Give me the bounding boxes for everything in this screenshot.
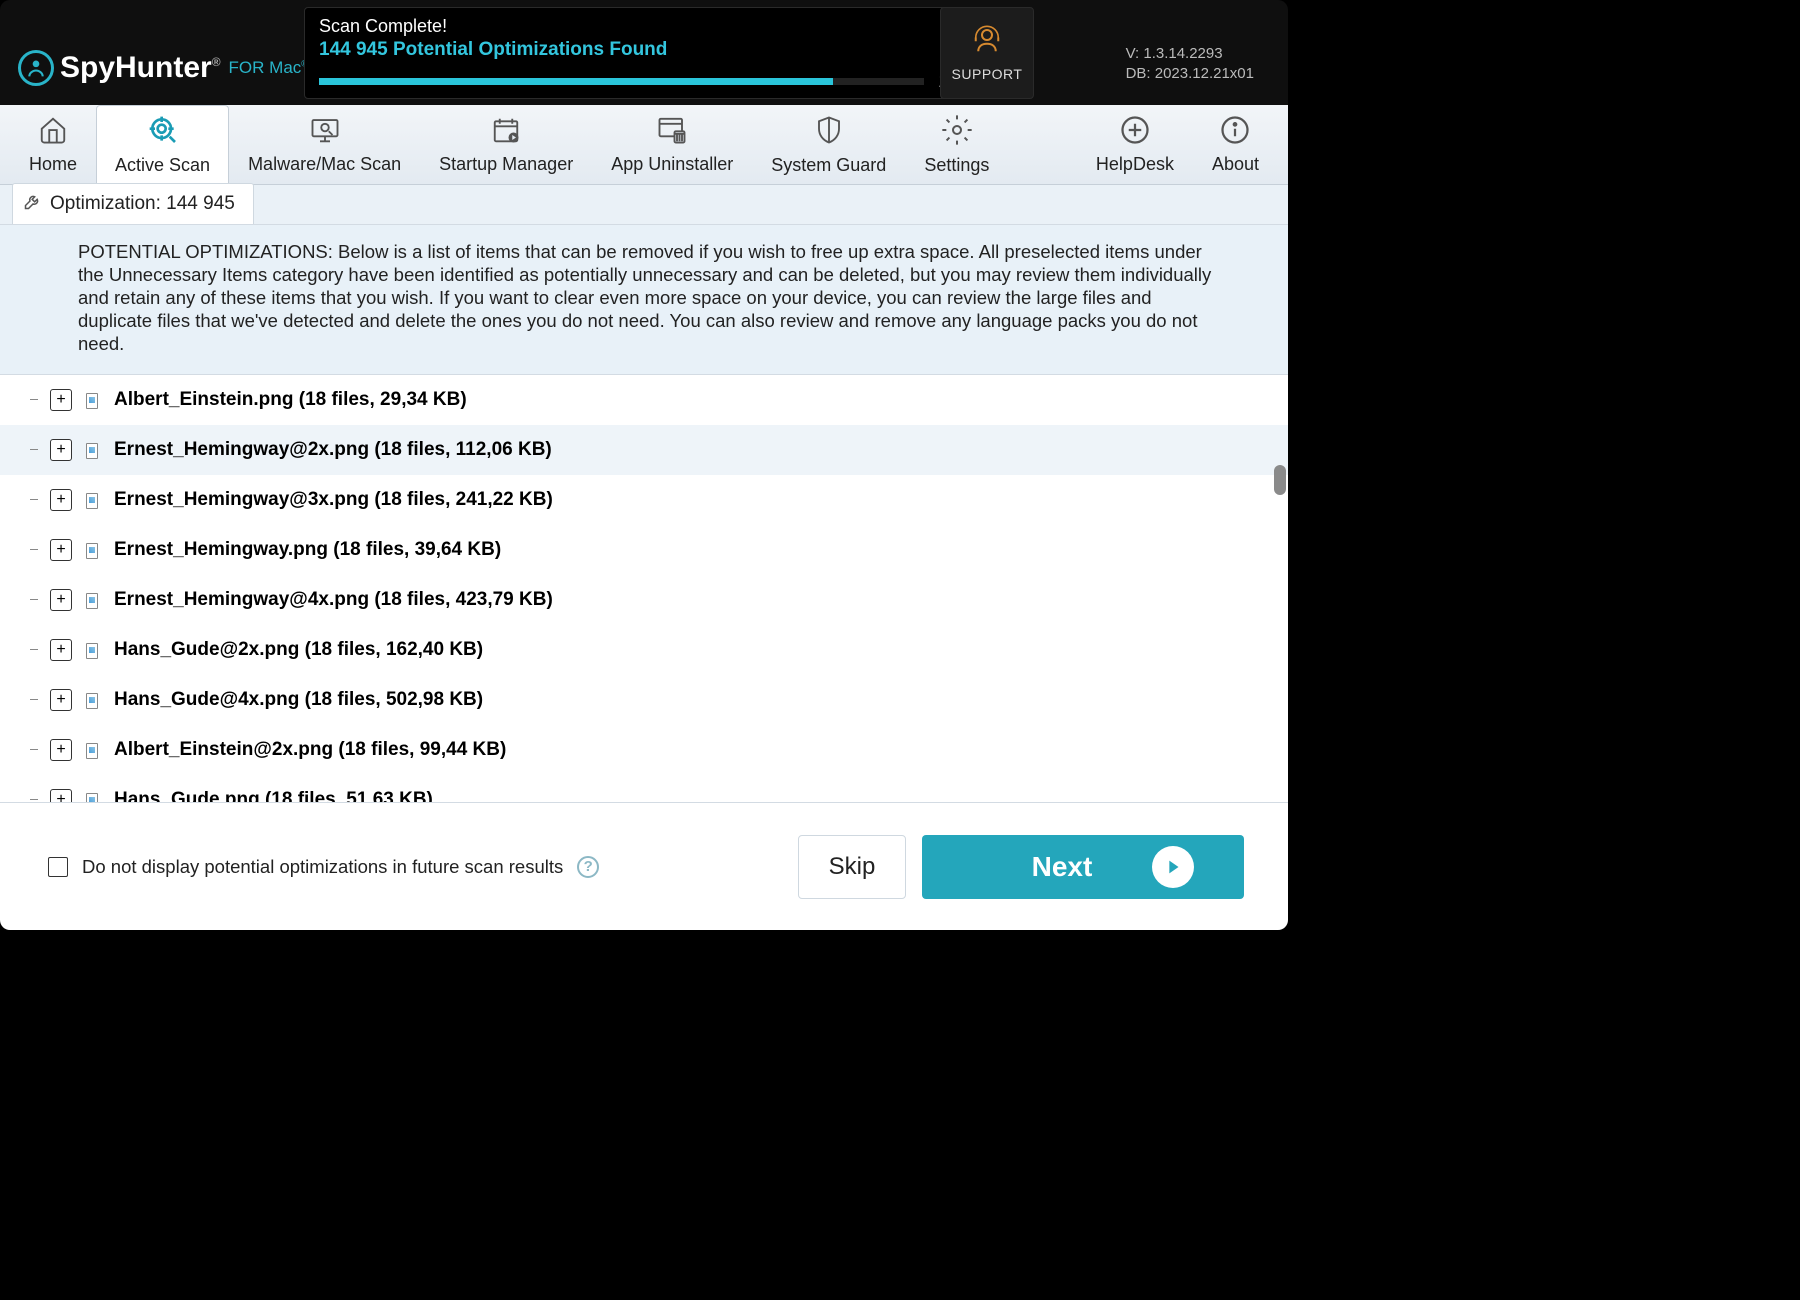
- image-file-icon: [82, 591, 100, 609]
- scan-status-subtitle: 144 945 Potential Optimizations Found: [319, 39, 1017, 61]
- info-banner: POTENTIAL OPTIMIZATIONS: Below is a list…: [0, 225, 1288, 375]
- arrow-right-icon: [1152, 846, 1194, 888]
- expand-button[interactable]: +: [50, 789, 72, 802]
- tree-connector: [30, 699, 38, 700]
- file-row[interactable]: + Ernest_Hemingway@3x.png (18 files, 241,…: [0, 475, 1288, 525]
- tab-app-uninstaller[interactable]: App Uninstaller: [592, 105, 752, 184]
- hide-optimizations-checkbox[interactable]: [48, 857, 68, 877]
- tab-active-scan[interactable]: Active Scan: [96, 105, 229, 184]
- image-file-icon: [82, 791, 100, 802]
- image-file-icon: [82, 491, 100, 509]
- tab-helpdesk[interactable]: HelpDesk: [1077, 105, 1193, 184]
- file-name-label: Hans_Gude@2x.png (18 files, 162,40 KB): [114, 639, 483, 661]
- version-info: V: 1.3.14.2293 DB: 2023.12.21x01: [1126, 44, 1254, 83]
- file-name-label: Ernest_Hemingway@2x.png (18 files, 112,0…: [114, 439, 552, 461]
- subtab-optimization[interactable]: Optimization: 144 945: [12, 183, 254, 224]
- file-row[interactable]: + Hans_Gude@2x.png (18 files, 162,40 KB): [0, 625, 1288, 675]
- hide-optimizations-label: Do not display potential optimizations i…: [82, 856, 563, 878]
- image-file-icon: [82, 441, 100, 459]
- app-version: V: 1.3.14.2293: [1126, 44, 1254, 64]
- file-name-label: Hans_Gude.png (18 files, 51,63 KB): [114, 789, 433, 802]
- tab-home[interactable]: Home: [10, 105, 96, 184]
- expand-button[interactable]: +: [50, 739, 72, 761]
- shield-icon: [814, 114, 844, 151]
- tab-about[interactable]: About: [1193, 105, 1278, 184]
- home-icon: [37, 115, 69, 150]
- file-name-label: Albert_Einstein@2x.png (18 files, 99,44 …: [114, 739, 506, 761]
- helpdesk-icon: [1120, 115, 1150, 150]
- window-trash-icon: [655, 115, 689, 150]
- expand-button[interactable]: +: [50, 589, 72, 611]
- file-name-label: Albert_Einstein.png (18 files, 29,34 KB): [114, 389, 467, 411]
- tree-connector: [30, 599, 38, 600]
- wrench-icon: [23, 191, 43, 217]
- footer-bar: Do not display potential optimizations i…: [0, 802, 1288, 930]
- expand-button[interactable]: +: [50, 639, 72, 661]
- tab-settings[interactable]: Settings: [905, 105, 1008, 184]
- file-name-label: Ernest_Hemingway@4x.png (18 files, 423,7…: [114, 589, 553, 611]
- file-list[interactable]: + Albert_Einstein.png (18 files, 29,34 KB…: [0, 375, 1288, 802]
- app-logo: SpyHunter® FOR Mac®: [18, 50, 308, 86]
- scan-status-panel: Scan Complete! 144 945 Potential Optimiz…: [304, 7, 1032, 99]
- support-button[interactable]: SUPPORT: [940, 7, 1034, 99]
- app-header: SpyHunter® FOR Mac® Scan Complete! 144 9…: [0, 0, 1288, 105]
- db-version: DB: 2023.12.21x01: [1126, 64, 1254, 84]
- main-toolbar: Home Active Scan Malware/Mac Scan Startu…: [0, 105, 1288, 185]
- tab-startup-manager[interactable]: Startup Manager: [420, 105, 592, 184]
- monitor-search-icon: [308, 115, 342, 150]
- calendar-play-icon: [489, 115, 523, 150]
- image-file-icon: [82, 641, 100, 659]
- file-row[interactable]: + Hans_Gude.png (18 files, 51,63 KB): [0, 775, 1288, 802]
- scan-status-title: Scan Complete!: [319, 16, 1017, 37]
- file-name-label: Hans_Gude@4x.png (18 files, 502,98 KB): [114, 689, 483, 711]
- subtab-bar: Optimization: 144 945: [0, 185, 1288, 225]
- file-name-label: Ernest_Hemingway@3x.png (18 files, 241,2…: [114, 489, 553, 511]
- tree-connector: [30, 549, 38, 550]
- image-file-icon: [82, 741, 100, 759]
- expand-button[interactable]: +: [50, 389, 72, 411]
- image-file-icon: [82, 691, 100, 709]
- file-row[interactable]: + Hans_Gude@4x.png (18 files, 502,98 KB): [0, 675, 1288, 725]
- app-name: SpyHunter®: [60, 51, 221, 85]
- file-row[interactable]: + Ernest_Hemingway@4x.png (18 files, 423,…: [0, 575, 1288, 625]
- next-button-label: Next: [1032, 851, 1093, 883]
- file-row[interactable]: + Ernest_Hemingway@2x.png (18 files, 112,…: [0, 425, 1288, 475]
- scrollbar-thumb[interactable]: [1274, 465, 1286, 495]
- file-row[interactable]: + Albert_Einstein@2x.png (18 files, 99,44…: [0, 725, 1288, 775]
- file-row[interactable]: + Albert_Einstein.png (18 files, 29,34 KB…: [0, 375, 1288, 425]
- scan-progress-bar: [319, 78, 924, 85]
- tree-connector: [30, 799, 38, 800]
- skip-button[interactable]: Skip: [798, 835, 906, 899]
- image-file-icon: [82, 541, 100, 559]
- app-platform: FOR Mac®: [229, 58, 308, 78]
- tree-connector: [30, 449, 38, 450]
- file-row[interactable]: + Ernest_Hemingway.png (18 files, 39,64 K…: [0, 525, 1288, 575]
- tree-connector: [30, 649, 38, 650]
- support-label: SUPPORT: [952, 66, 1023, 82]
- scan-target-icon: [146, 114, 180, 151]
- expand-button[interactable]: +: [50, 689, 72, 711]
- tree-connector: [30, 399, 38, 400]
- gear-icon: [941, 114, 973, 151]
- support-icon: [972, 25, 1002, 60]
- tree-connector: [30, 499, 38, 500]
- expand-button[interactable]: +: [50, 439, 72, 461]
- spyhunter-logo-icon: [18, 50, 54, 86]
- file-name-label: Ernest_Hemingway.png (18 files, 39,64 KB…: [114, 539, 501, 561]
- tab-malware-scan[interactable]: Malware/Mac Scan: [229, 105, 420, 184]
- tree-connector: [30, 749, 38, 750]
- info-icon: [1220, 115, 1250, 150]
- expand-button[interactable]: +: [50, 489, 72, 511]
- image-file-icon: [82, 391, 100, 409]
- subtab-label: Optimization: 144 945: [50, 193, 235, 215]
- next-button[interactable]: Next: [922, 835, 1244, 899]
- tab-system-guard[interactable]: System Guard: [752, 105, 905, 184]
- help-icon[interactable]: ?: [577, 856, 599, 878]
- expand-button[interactable]: +: [50, 539, 72, 561]
